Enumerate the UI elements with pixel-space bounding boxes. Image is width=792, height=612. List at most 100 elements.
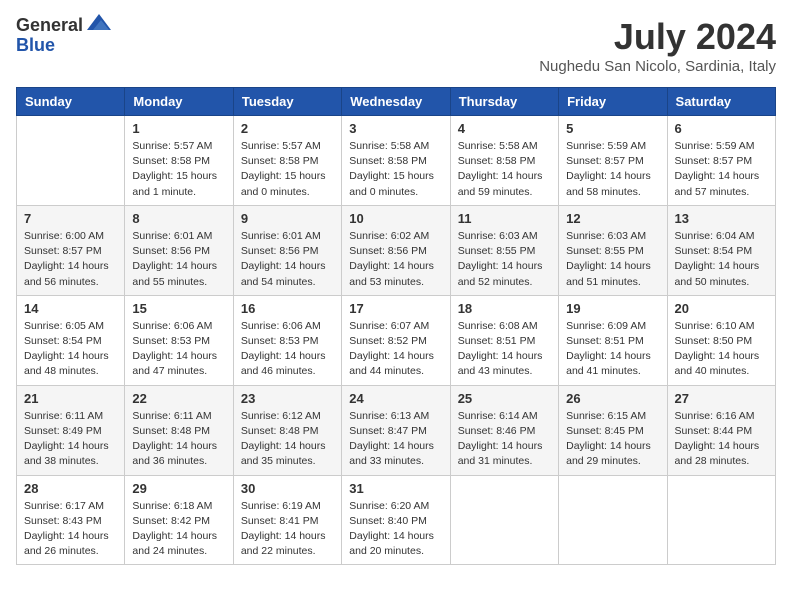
cell-line: Sunset: 8:54 PM (675, 244, 768, 259)
cell-line: Daylight: 14 hours (241, 439, 334, 454)
cell-line: Sunrise: 6:01 AM (241, 229, 334, 244)
day-number: 27 (675, 391, 768, 406)
calendar-cell (17, 116, 125, 206)
cell-line: and 58 minutes. (566, 185, 659, 200)
cell-line: Sunset: 8:42 PM (132, 514, 225, 529)
calendar-cell: 23Sunrise: 6:12 AMSunset: 8:48 PMDayligh… (233, 385, 341, 475)
cell-line: Sunset: 8:55 PM (458, 244, 551, 259)
calendar-cell: 9Sunrise: 6:01 AMSunset: 8:56 PMDaylight… (233, 205, 341, 295)
cell-line: and 55 minutes. (132, 275, 225, 290)
cell-line: and 41 minutes. (566, 364, 659, 379)
cell-line: Sunset: 8:48 PM (241, 424, 334, 439)
calendar-cell: 30Sunrise: 6:19 AMSunset: 8:41 PMDayligh… (233, 475, 341, 565)
cell-line: Sunset: 8:40 PM (349, 514, 442, 529)
cell-line: Sunrise: 6:06 AM (132, 319, 225, 334)
cell-line: Sunrise: 6:02 AM (349, 229, 442, 244)
cell-line: Sunrise: 6:04 AM (675, 229, 768, 244)
day-number: 8 (132, 211, 225, 226)
cell-line: Sunrise: 6:00 AM (24, 229, 117, 244)
day-number: 23 (241, 391, 334, 406)
calendar-cell: 21Sunrise: 6:11 AMSunset: 8:49 PMDayligh… (17, 385, 125, 475)
cell-line: Sunset: 8:44 PM (675, 424, 768, 439)
cell-line: Daylight: 14 hours (458, 169, 551, 184)
cell-line: Sunrise: 6:10 AM (675, 319, 768, 334)
cell-line: Daylight: 14 hours (458, 439, 551, 454)
cell-line: Daylight: 14 hours (675, 259, 768, 274)
cell-line: Sunrise: 6:11 AM (24, 409, 117, 424)
day-number: 28 (24, 481, 117, 496)
cell-line: and 53 minutes. (349, 275, 442, 290)
cell-line: Sunset: 8:57 PM (566, 154, 659, 169)
cell-line: Daylight: 14 hours (132, 439, 225, 454)
day-number: 7 (24, 211, 117, 226)
cell-line: Sunrise: 5:58 AM (349, 139, 442, 154)
cell-line: Sunrise: 6:09 AM (566, 319, 659, 334)
day-number: 13 (675, 211, 768, 226)
calendar-cell: 11Sunrise: 6:03 AMSunset: 8:55 PMDayligh… (450, 205, 558, 295)
cell-line: and 46 minutes. (241, 364, 334, 379)
calendar-cell: 29Sunrise: 6:18 AMSunset: 8:42 PMDayligh… (125, 475, 233, 565)
calendar-cell: 7 Sunrise: 6:00 AMSunset: 8:57 PMDaylight… (17, 205, 125, 295)
cell-line: Daylight: 14 hours (566, 349, 659, 364)
cell-line: Sunrise: 5:57 AM (241, 139, 334, 154)
cell-line: Daylight: 14 hours (132, 349, 225, 364)
cell-line: Sunrise: 6:17 AM (24, 499, 117, 514)
day-number: 14 (24, 301, 117, 316)
cell-line: Sunset: 8:57 PM (24, 244, 117, 259)
cell-line: Sunset: 8:49 PM (24, 424, 117, 439)
cell-line: Sunset: 8:58 PM (458, 154, 551, 169)
cell-line: Sunset: 8:56 PM (132, 244, 225, 259)
cell-line: Sunrise: 6:11 AM (132, 409, 225, 424)
cell-line: Sunset: 8:51 PM (458, 334, 551, 349)
cell-line: Sunrise: 6:14 AM (458, 409, 551, 424)
cell-line: Daylight: 14 hours (241, 529, 334, 544)
day-number: 16 (241, 301, 334, 316)
cell-line: Sunrise: 6:16 AM (675, 409, 768, 424)
cell-line: and 51 minutes. (566, 275, 659, 290)
day-number: 26 (566, 391, 659, 406)
cell-line: Daylight: 14 hours (458, 349, 551, 364)
cell-line: Daylight: 15 hours (349, 169, 442, 184)
cell-line: Sunrise: 6:05 AM (24, 319, 117, 334)
day-number: 20 (675, 301, 768, 316)
calendar-cell: 5Sunrise: 5:59 AMSunset: 8:57 PMDaylight… (559, 116, 667, 206)
calendar-cell: 14Sunrise: 6:05 AMSunset: 8:54 PMDayligh… (17, 295, 125, 385)
cell-line: Sunset: 8:55 PM (566, 244, 659, 259)
cell-line: Daylight: 14 hours (24, 529, 117, 544)
day-number: 19 (566, 301, 659, 316)
cell-line: Sunset: 8:45 PM (566, 424, 659, 439)
calendar-cell: 31Sunrise: 6:20 AMSunset: 8:40 PMDayligh… (342, 475, 450, 565)
cell-line: and 24 minutes. (132, 544, 225, 559)
calendar-cell (450, 475, 558, 565)
calendar-cell: 10Sunrise: 6:02 AMSunset: 8:56 PMDayligh… (342, 205, 450, 295)
calendar-cell: 22Sunrise: 6:11 AMSunset: 8:48 PMDayligh… (125, 385, 233, 475)
day-number: 31 (349, 481, 442, 496)
cell-line: Sunrise: 6:01 AM (132, 229, 225, 244)
cell-line: Sunset: 8:57 PM (675, 154, 768, 169)
header-row: SundayMondayTuesdayWednesdayThursdayFrid… (17, 88, 776, 116)
calendar-table: SundayMondayTuesdayWednesdayThursdayFrid… (16, 87, 776, 565)
cell-line: Daylight: 14 hours (675, 169, 768, 184)
month-year-title: July 2024 (539, 16, 776, 58)
cell-line: Daylight: 14 hours (24, 259, 117, 274)
cell-line: Daylight: 14 hours (349, 349, 442, 364)
cell-line: and 26 minutes. (24, 544, 117, 559)
logo-icon (87, 12, 111, 36)
cell-line: Daylight: 14 hours (24, 349, 117, 364)
header-day-thursday: Thursday (450, 88, 558, 116)
cell-line: and 36 minutes. (132, 454, 225, 469)
calendar-cell: 20Sunrise: 6:10 AMSunset: 8:50 PMDayligh… (667, 295, 775, 385)
cell-line: and 40 minutes. (675, 364, 768, 379)
calendar-cell: 28Sunrise: 6:17 AMSunset: 8:43 PMDayligh… (17, 475, 125, 565)
day-number: 9 (241, 211, 334, 226)
cell-line: Daylight: 14 hours (458, 259, 551, 274)
cell-line: Sunrise: 5:59 AM (675, 139, 768, 154)
cell-line: Daylight: 14 hours (349, 439, 442, 454)
day-number: 4 (458, 121, 551, 136)
cell-line: and 20 minutes. (349, 544, 442, 559)
cell-line: Sunset: 8:58 PM (132, 154, 225, 169)
day-number: 17 (349, 301, 442, 316)
cell-line: Sunset: 8:58 PM (349, 154, 442, 169)
cell-line: and 22 minutes. (241, 544, 334, 559)
cell-line: Sunrise: 6:08 AM (458, 319, 551, 334)
